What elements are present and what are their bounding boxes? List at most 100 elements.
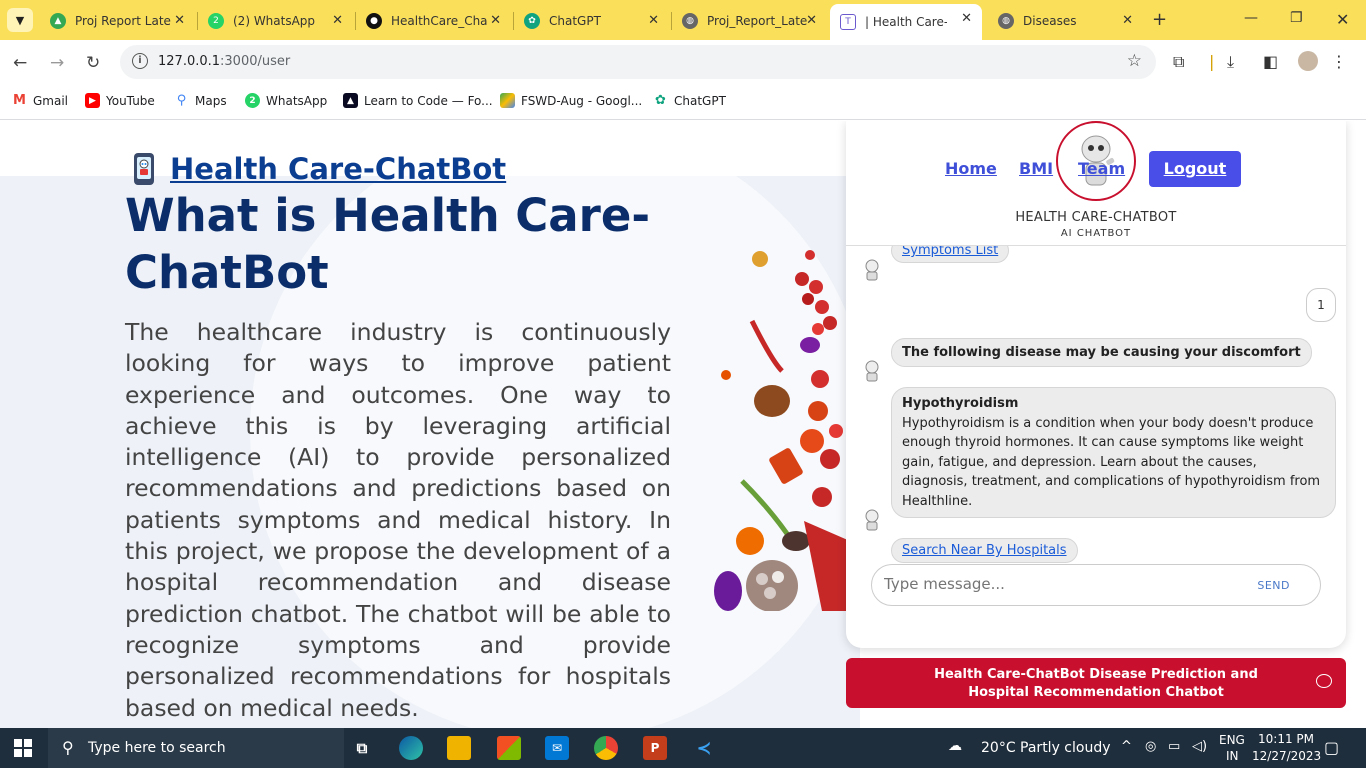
bookmark-maps[interactable]: ⚲ Maps <box>174 93 227 108</box>
google-drive-icon: ▲ <box>50 13 66 29</box>
bookmark-label: FSWD-Aug - Googl... <box>521 93 643 108</box>
send-button[interactable]: SEND <box>1257 579 1290 592</box>
side-panel-icon[interactable]: ◧ <box>1263 52 1278 71</box>
tab-search-button[interactable]: ▼ <box>7 8 33 32</box>
tab-title: Proj Report Late <box>75 14 171 28</box>
task-view-icon[interactable]: ⧉ <box>350 736 374 760</box>
tab-proj-report-latex[interactable]: ◍ Proj_Report_Late ✕ <box>672 6 827 36</box>
brand-link[interactable]: Health Care-ChatBot <box>170 152 506 186</box>
bookmark-whatsapp[interactable]: 2 WhatsApp <box>245 93 327 108</box>
region-code[interactable]: IN <box>1226 749 1239 763</box>
close-icon[interactable]: ✕ <box>806 13 817 28</box>
tab-github[interactable]: ● HealthCare_Cha ✕ <box>356 6 511 36</box>
search-hospitals-link[interactable]: Search Near By Hospitals <box>902 543 1067 558</box>
close-icon[interactable]: ✕ <box>332 13 343 28</box>
nav-home-link[interactable]: Home <box>945 159 997 178</box>
powerpoint-icon[interactable]: P <box>643 736 667 760</box>
store-icon[interactable] <box>497 736 521 760</box>
nav-team-link[interactable]: Team <box>1078 159 1125 178</box>
chatgpt-icon: ✿ <box>655 93 666 108</box>
web-page: Health Care-ChatBot What is Health Care-… <box>0 121 1366 728</box>
whatsapp-icon: 2 <box>208 13 224 29</box>
message-input[interactable] <box>884 575 1244 593</box>
tab-strip: ▼ ▲ Proj Report Late ✕ 2 (2) WhatsApp ✕ … <box>0 0 1366 40</box>
site-info-icon[interactable]: i <box>132 53 148 69</box>
tab-chatgpt[interactable]: ✿ ChatGPT ✕ <box>514 6 669 36</box>
language-code[interactable]: ENG <box>1219 733 1245 747</box>
weather-text[interactable]: 20°C Partly cloudy <box>981 740 1111 756</box>
back-icon[interactable]: ← <box>13 53 27 73</box>
tab-health-care-chatbot[interactable]: T | Health Care-Ch ✕ <box>830 4 982 40</box>
close-icon[interactable]: ✕ <box>490 13 501 28</box>
bookmark-fswd[interactable]: FSWD-Aug - Googl... <box>500 93 642 108</box>
bookmark-youtube[interactable]: ▶ YouTube <box>85 93 155 108</box>
chevron-up-icon[interactable]: ^ <box>1121 739 1132 754</box>
bookmark-gmail[interactable]: M Gmail <box>12 93 68 108</box>
tab-title: HealthCare_Cha <box>391 14 488 28</box>
chrome-icon[interactable] <box>594 736 618 760</box>
page-title: What is Health Care-ChatBot <box>125 189 651 299</box>
windows-start-icon[interactable] <box>14 739 32 757</box>
webcam-icon[interactable]: ◎ <box>1145 739 1156 754</box>
close-icon[interactable]: ✕ <box>174 13 185 28</box>
address-bar[interactable]: i 127.0.0.1:3000/user ☆ <box>120 45 1156 79</box>
reload-icon[interactable]: ↻ <box>86 53 100 73</box>
gmail-icon: M <box>13 93 26 108</box>
bookmark-chatgpt[interactable]: ✿ ChatGPT <box>653 93 726 108</box>
freecodecamp-icon: ▲ <box>343 93 358 108</box>
clock-date[interactable]: 12/27/2023 <box>1252 749 1321 763</box>
close-icon[interactable]: ✕ <box>648 13 659 28</box>
tab-diseases[interactable]: ◍ Diseases ✕ <box>988 6 1143 36</box>
bookmark-star-icon[interactable]: ☆ <box>1127 51 1142 71</box>
battery-icon[interactable]: ▭ <box>1168 739 1180 754</box>
close-window-icon[interactable]: ✕ <box>1336 10 1349 29</box>
edge-icon[interactable] <box>399 736 423 760</box>
symptoms-list-link[interactable]: Symptoms List <box>902 246 998 258</box>
tab-proj-report[interactable]: ▲ Proj Report Late ✕ <box>40 6 195 36</box>
nav-bmi-link[interactable]: BMI <box>1019 159 1053 178</box>
minimize-icon[interactable]: — <box>1244 10 1258 26</box>
file-explorer-icon[interactable] <box>447 736 471 760</box>
mail-icon[interactable]: ✉ <box>545 736 569 760</box>
notifications-icon[interactable]: ▢ <box>1324 738 1339 757</box>
page-icon: T <box>840 14 856 30</box>
bot-avatar-icon <box>865 509 879 531</box>
tab-title: ChatGPT <box>549 14 601 28</box>
tab-title: Diseases <box>1023 14 1077 28</box>
close-icon[interactable]: ✕ <box>1122 13 1133 28</box>
brand-header: Health Care-ChatBot <box>130 151 506 187</box>
download-icon[interactable]: ⤓ <box>1227 52 1234 72</box>
github-icon: ● <box>366 13 382 29</box>
disease-name: Hypothyroidism <box>902 396 1019 411</box>
url-text[interactable]: 127.0.0.1:3000/user <box>158 54 290 69</box>
profile-avatar[interactable] <box>1298 51 1318 71</box>
taskbar-search-placeholder: Type here to search <box>88 740 226 756</box>
bot-message: Search Near By Hospitals <box>891 538 1078 563</box>
extensions-icon[interactable]: ⧉ <box>1173 52 1184 72</box>
new-tab-button[interactable]: + <box>1152 9 1167 30</box>
tab-whatsapp[interactable]: 2 (2) WhatsApp ✕ <box>198 6 353 36</box>
chatbot-toggle-banner[interactable]: Health Care-ChatBot Disease Prediction a… <box>846 658 1346 708</box>
volume-icon[interactable]: ◁) <box>1192 739 1207 754</box>
chatbot-widget: Home BMI Team Logout HEALTH CARE-CHATBOT… <box>846 121 1346 648</box>
taskbar-search[interactable]: ⚲ Type here to search <box>48 728 344 768</box>
bookmark-freecodecamp[interactable]: ▲ Learn to Code — Fo... <box>343 93 493 108</box>
bookmark-label: YouTube <box>106 93 155 108</box>
tab-title: (2) WhatsApp <box>233 14 316 28</box>
weather-icon[interactable]: ☁ <box>948 738 962 754</box>
logout-button[interactable]: Logout <box>1149 151 1241 187</box>
clock-time[interactable]: 10:11 PM <box>1258 732 1314 746</box>
user-message: 1 <box>1306 288 1336 322</box>
chat-bubble-icon <box>1316 674 1332 688</box>
forward-icon[interactable]: → <box>50 53 64 73</box>
message-composer: SEND <box>871 564 1321 606</box>
restore-icon[interactable]: ❐ <box>1290 10 1303 26</box>
chatgpt-icon: ✿ <box>524 13 540 29</box>
chatbot-name: HEALTH CARE-CHATBOT <box>1015 210 1177 225</box>
whatsapp-icon: 2 <box>245 93 260 108</box>
robot-phone-icon <box>134 153 154 185</box>
menu-kebab-icon[interactable]: ⋮ <box>1331 52 1347 71</box>
bot-avatar-icon <box>865 259 879 281</box>
close-icon[interactable]: ✕ <box>961 11 972 26</box>
vscode-icon[interactable]: ≺ <box>692 736 716 760</box>
